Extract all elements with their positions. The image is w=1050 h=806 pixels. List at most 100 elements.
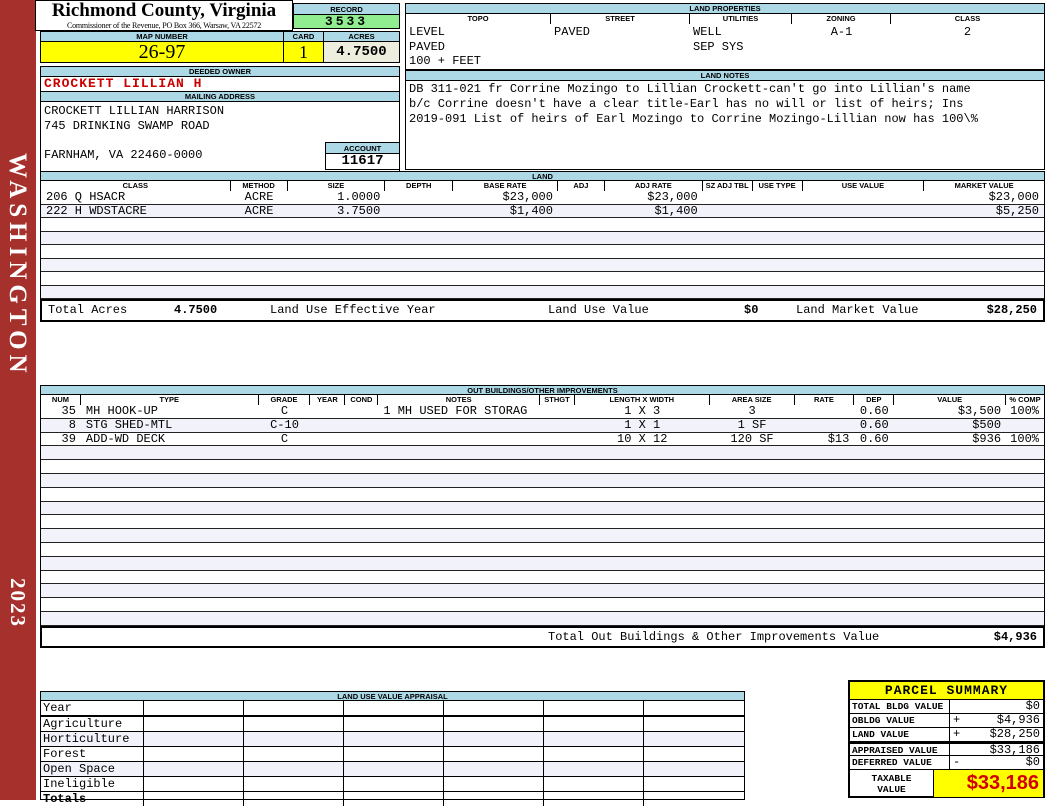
appraisal-row-label: Forest: [41, 747, 144, 761]
table-cell: C-10: [270, 418, 299, 433]
parcel-summary-row-label: DEFERRED VALUE: [850, 756, 950, 769]
table-cell: ACRE: [244, 190, 274, 205]
appraisal-cell: [644, 747, 744, 761]
parcel-summary-row-label: OBLDG VALUE: [850, 714, 950, 727]
appraisal-cell: [144, 701, 244, 715]
appraisal-row-label: Open Space: [41, 762, 144, 776]
land-properties-column-header: CLASS: [954, 14, 981, 23]
appraisal-cell: [144, 762, 244, 776]
appraisal-cell: [244, 732, 344, 746]
parcel-summary-amount: $0: [1025, 699, 1040, 713]
appraisal-row: Agriculture: [41, 717, 744, 732]
map-number-field[interactable]: 26-97: [40, 41, 284, 63]
land-property-value: LEVEL: [409, 25, 446, 39]
taxable-label-line2: VALUE: [877, 783, 906, 795]
taxable-value-row: TAXABLE VALUE $33,186: [850, 770, 1043, 797]
land-note-line: DB 311-021 fr Corrine Mozingo to Lillian…: [409, 82, 971, 96]
table-row: 206 Q HSACR ACRE 1.0000 $23,000 $23,000 $23,0…: [41, 190, 1044, 205]
parcel-summary-row: DEFERRED VALUE - $0: [850, 756, 1043, 770]
appraisal-cell: [144, 732, 244, 746]
appraisal-cell: [244, 762, 344, 776]
appraisal-cell: [344, 701, 444, 715]
table-row: [41, 542, 1044, 557]
record-value-field[interactable]: 3533: [293, 14, 400, 29]
appraisal-row-label: Totals: [41, 792, 144, 806]
table-cell: STG SHED-MTL: [85, 418, 173, 433]
land-note-line: b/c Corrine doesn't have a clear title-E…: [409, 97, 964, 111]
table-cell: $1,400: [654, 203, 698, 218]
column-header: STHGT: [540, 395, 575, 405]
table-cell: $13: [827, 432, 850, 446]
table-cell: 0.60: [859, 404, 889, 419]
out-buildings-total-value: $4,936: [993, 630, 1037, 644]
parcel-summary: PARCEL SUMMARY TOTAL BLDG VALUE $0 OBLDG V…: [848, 680, 1045, 798]
county-title-box: Richmond County, Virginia Commissioner o…: [35, 0, 293, 31]
table-cell: 0.60: [859, 432, 889, 446]
table-row: [41, 584, 1044, 599]
table-cell: 1 MH USED FOR STORAG: [383, 404, 528, 419]
appraisal-cell: [344, 792, 444, 806]
table-cell: 8: [68, 418, 76, 433]
table-row: [41, 272, 1044, 286]
column-header: USE TYPE: [753, 181, 803, 191]
appraisal-row-label: Year: [41, 701, 144, 715]
table-cell: 3.7500: [337, 203, 381, 218]
appraisal-cell: [244, 717, 344, 731]
table-row: 8 STG SHED-MTL C-10 1 X 1 1 SF 0.60 $500: [41, 418, 1044, 433]
appraisal-cell: [144, 717, 244, 731]
parcel-summary-row: TOTAL BLDG VALUE $0: [850, 700, 1043, 714]
appraisal-cell: [544, 777, 644, 791]
out-buildings-total-label: Total Out Buildings & Other Improvements…: [548, 630, 880, 644]
table-cell: 1 X 1: [624, 418, 661, 433]
land-properties-column-header: UTILITIES: [690, 14, 792, 24]
table-cell: MH HOOK-UP: [85, 404, 158, 419]
table-row: [41, 218, 1044, 232]
land-notes-text: DB 311-021 fr Corrine Mozingo to Lillian…: [405, 80, 1045, 170]
land-use-value-label: Land Use Value: [548, 303, 649, 317]
parcel-summary-operator: +: [953, 713, 961, 727]
card-value-field[interactable]: 1: [283, 41, 324, 63]
appraisal-cell: [244, 747, 344, 761]
appraisal-cell: [544, 792, 644, 806]
land-properties-column: PAVED: [551, 24, 690, 69]
land-use-value: $0: [744, 303, 759, 317]
appraisal-cell: [544, 717, 644, 731]
parcel-summary-row: OBLDG VALUE + $4,936: [850, 714, 1043, 728]
out-buildings-total-row: Total Out Buildings & Other Improvements…: [40, 626, 1045, 648]
parcel-summary-amount: $33,186: [989, 743, 1040, 757]
acres-value: 4.7500: [323, 41, 400, 63]
parcel-summary-row-label: TOTAL BLDG VALUE: [850, 700, 950, 713]
parcel-summary-row-value: + $4,936: [950, 714, 1043, 727]
land-property-value: A-1: [830, 25, 853, 39]
table-row: [41, 473, 1044, 488]
table-cell: 35: [61, 404, 76, 419]
table-row: [41, 446, 1044, 461]
deeded-owner-value: CROCKETT LILLIAN H: [40, 76, 400, 92]
appraisal-cell: [344, 732, 444, 746]
appraisal-cell: [244, 777, 344, 791]
appraisal-cell: [644, 777, 744, 791]
table-row: [41, 285, 1044, 299]
table-row: [41, 529, 1044, 543]
table-cell: $23,000: [502, 190, 553, 205]
table-cell: 1.0000: [337, 190, 381, 205]
appraisal-row: Ineligible: [41, 777, 744, 792]
appraisal-cell: [144, 777, 244, 791]
total-acres-value: 4.7500: [174, 303, 218, 317]
table-cell: 120 SF: [730, 432, 774, 446]
appraisal-row-label: Ineligible: [41, 777, 144, 791]
land-property-value: SEP SYS: [693, 39, 744, 54]
appraisal-cell: [144, 792, 244, 806]
table-cell: 39: [61, 432, 76, 446]
appraisal-cell: [444, 777, 544, 791]
table-cell: $1,400: [509, 203, 553, 218]
table-cell: 206 Q HSACR: [46, 190, 126, 205]
parcel-summary-title: PARCEL SUMMARY: [850, 682, 1043, 700]
appraisal-cell: [344, 747, 444, 761]
account-value: 11617: [325, 153, 400, 170]
table-row: [41, 245, 1044, 259]
parcel-summary-amount: $0: [1025, 755, 1040, 769]
table-cell: C: [280, 404, 289, 419]
appraisal-cell: [444, 717, 544, 731]
parcel-summary-operator: +: [953, 727, 961, 741]
